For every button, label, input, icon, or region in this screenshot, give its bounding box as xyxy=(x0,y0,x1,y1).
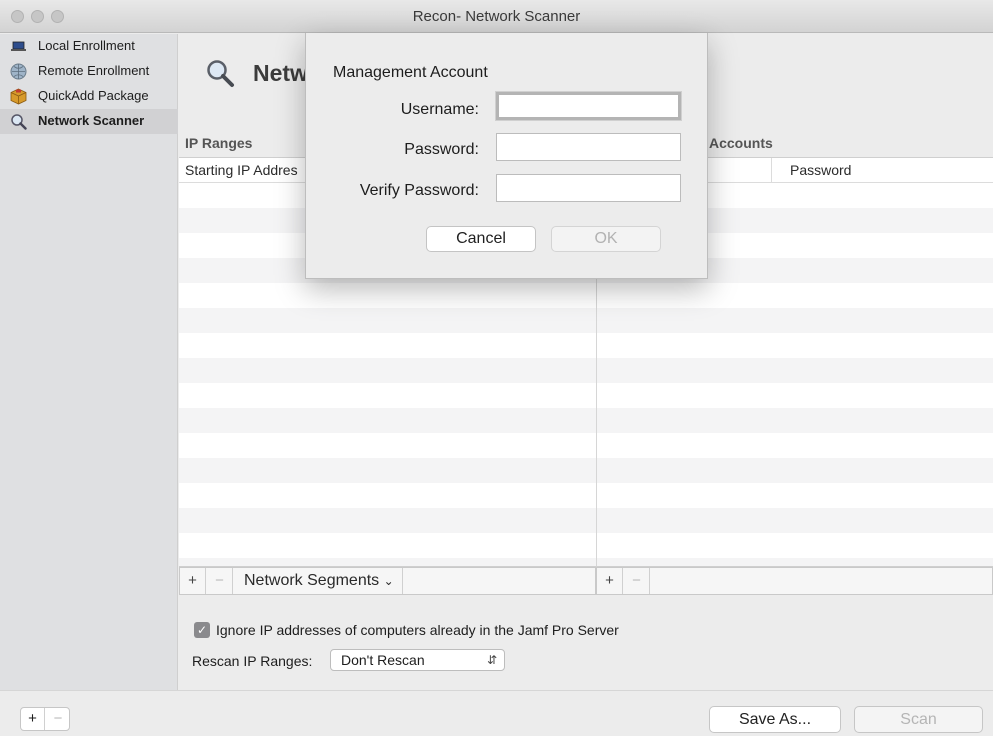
ok-button[interactable]: OK xyxy=(551,226,661,252)
table-row xyxy=(597,558,993,566)
management-account-dialog: Management Account Username: Password: V… xyxy=(305,33,708,279)
bottom-bar: + − Save As... Scan xyxy=(0,690,993,736)
rescan-select[interactable]: Don't Rescan ⇵ xyxy=(330,649,505,671)
table-row xyxy=(179,458,596,483)
globe-icon xyxy=(10,63,27,80)
window-title: Recon- Network Scanner xyxy=(412,8,581,25)
table-row xyxy=(179,358,596,383)
dialog-title: Management Account xyxy=(333,64,488,81)
cancel-button[interactable]: Cancel xyxy=(426,226,536,252)
scan-button[interactable]: Scan xyxy=(854,706,983,733)
rescan-label: Rescan IP Ranges: xyxy=(192,653,313,669)
sidebar-add-remove-control: + − xyxy=(20,707,70,731)
sidebar-item-label: Network Scanner xyxy=(38,113,145,128)
chevron-down-icon: ⌄ xyxy=(383,574,394,588)
ip-ranges-label: IP Ranges xyxy=(185,135,253,151)
sidebar-item-network-scanner[interactable]: Network Scanner xyxy=(0,109,178,134)
sidebar-item-remote-enrollment[interactable]: Remote Enrollment xyxy=(0,59,178,84)
table-row xyxy=(597,508,993,533)
magnifier-icon xyxy=(11,114,27,130)
table-row xyxy=(179,408,596,433)
sidebar-item-label: Local Enrollment xyxy=(38,38,135,53)
package-icon xyxy=(10,88,27,105)
column-divider[interactable] xyxy=(771,158,772,183)
username-label: Username: xyxy=(400,101,479,118)
username-field[interactable] xyxy=(496,92,681,120)
remove-ip-range-button[interactable]: − xyxy=(207,568,233,594)
rescan-value: Don't Rescan xyxy=(341,652,425,668)
ignore-ip-label[interactable]: Ignore IP addresses of computers already… xyxy=(216,622,619,638)
accounts-footer: + − xyxy=(596,567,993,595)
network-segments-label: Network Segments xyxy=(244,572,380,589)
sidebar-item-label: QuickAdd Package xyxy=(38,88,149,103)
magnifier-icon xyxy=(207,60,234,87)
table-row xyxy=(597,408,993,433)
title-bar: Recon- Network Scanner xyxy=(0,0,993,33)
sidebar-remove-button[interactable]: − xyxy=(46,708,70,730)
sidebar-add-button[interactable]: + xyxy=(21,708,45,730)
sidebar: Local Enrollment Remote Enrollment Quick… xyxy=(0,34,178,690)
save-as-button[interactable]: Save As... xyxy=(709,706,841,733)
table-row xyxy=(179,308,596,333)
remove-account-button[interactable]: − xyxy=(624,568,650,594)
sidebar-item-local-enrollment[interactable]: Local Enrollment xyxy=(0,34,178,59)
password-field[interactable] xyxy=(496,133,681,161)
add-account-button[interactable]: + xyxy=(597,568,623,594)
verify-password-label: Verify Password: xyxy=(359,182,479,199)
ignore-ip-checkbox[interactable]: ✓ xyxy=(194,622,210,638)
password-label: Password: xyxy=(404,141,479,158)
sidebar-item-quickadd-package[interactable]: QuickAdd Package xyxy=(0,84,178,109)
table-row xyxy=(597,308,993,333)
updown-chevron-icon: ⇵ xyxy=(486,653,497,667)
add-ip-range-button[interactable]: + xyxy=(180,568,206,594)
sidebar-item-label: Remote Enrollment xyxy=(38,63,150,78)
table-row xyxy=(179,558,596,566)
column-header-starting-ip[interactable]: Starting IP Addres xyxy=(185,162,298,178)
column-header-password[interactable]: Password xyxy=(790,162,851,178)
ip-ranges-footer: + − Network Segments ⌄ xyxy=(179,567,596,595)
table-row xyxy=(179,508,596,533)
verify-password-field[interactable] xyxy=(496,174,681,202)
table-row xyxy=(597,458,993,483)
laptop-icon xyxy=(11,41,26,51)
table-row xyxy=(597,358,993,383)
network-segments-dropdown[interactable]: Network Segments ⌄ xyxy=(236,568,403,594)
accounts-label: Accounts xyxy=(709,135,773,151)
